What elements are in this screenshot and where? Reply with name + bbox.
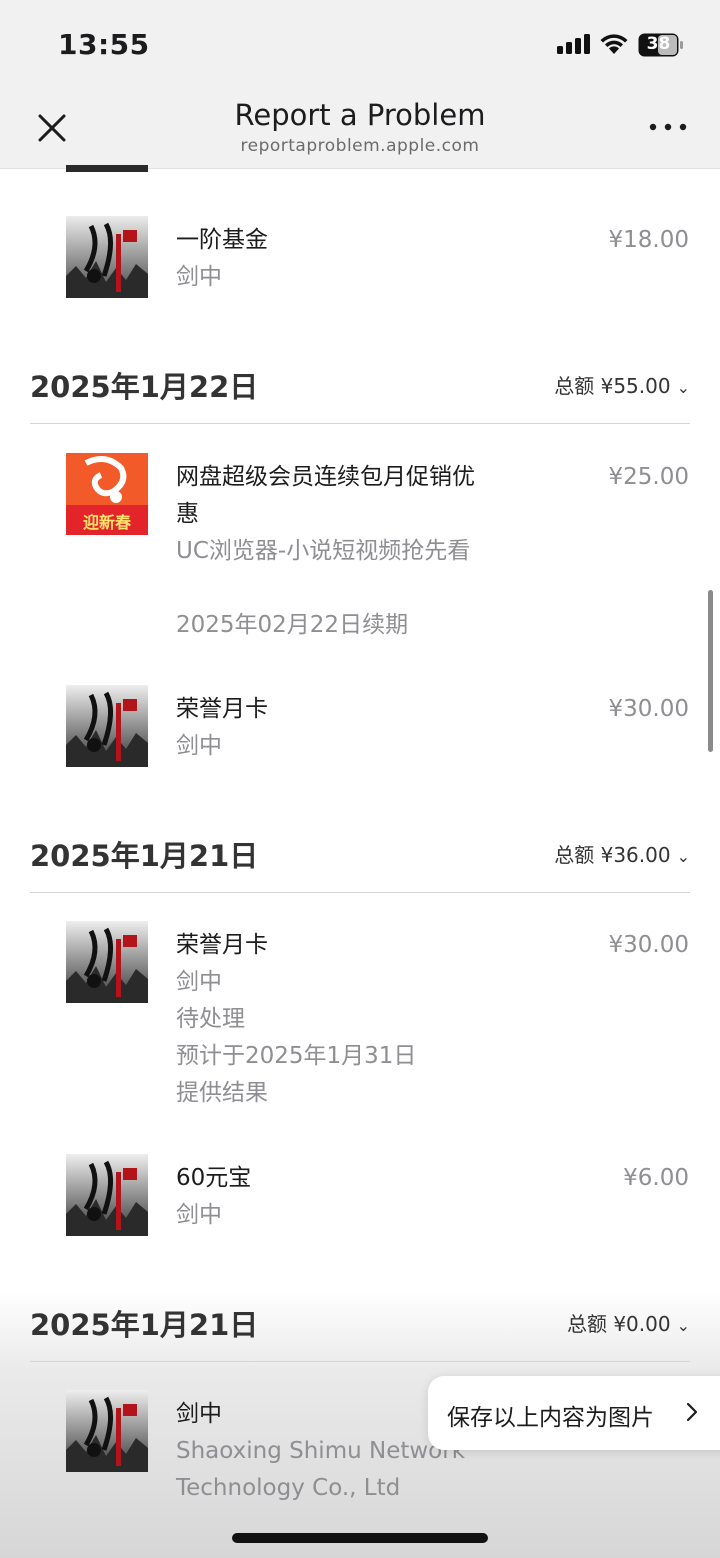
jianzhong-game-icon <box>66 685 148 767</box>
group-total: 总额 ¥55.00 <box>554 374 671 398</box>
group-total-toggle[interactable]: 总额 ¥0.00 ⌄ <box>567 1308 690 1337</box>
jianzhong-game-icon <box>66 1390 148 1472</box>
save-as-image-label: 保存以上内容为图片 <box>447 1405 654 1431</box>
group-total-toggle[interactable]: 总额 ¥36.00 ⌄ <box>554 839 690 868</box>
jianzhong-game-icon <box>66 216 148 298</box>
group-total: 总额 ¥36.00 <box>554 843 671 867</box>
chevron-down-icon: ⌄ <box>676 847 690 866</box>
nav-bar: Report a Problem reportaproblem.apple.co… <box>0 90 720 169</box>
item-price: ¥30.00 <box>608 696 689 722</box>
item-price: ¥30.00 <box>608 932 689 958</box>
group-date: 2025年1月22日 <box>30 370 259 404</box>
chevron-right-icon <box>686 1402 698 1422</box>
group-date: 2025年1月21日 <box>30 1308 259 1342</box>
scroll-indicator[interactable] <box>708 590 713 752</box>
wifi-icon <box>600 34 628 54</box>
cellular-signal-icon <box>557 34 590 54</box>
page-url: reportaproblem.apple.com <box>240 136 480 156</box>
item-name: 一阶基金 <box>176 227 268 253</box>
status-bar: 13:55 38 <box>0 0 720 90</box>
date-group-header: 2025年1月21日 总额 ¥36.00 ⌄ <box>30 833 690 893</box>
battery-icon: 38 <box>638 33 684 57</box>
date-group-header: 2025年1月22日 总额 ¥55.00 ⌄ <box>30 364 690 424</box>
group-total-toggle[interactable]: 总额 ¥55.00 ⌄ <box>554 370 690 399</box>
item-status-note: 预计于2025年1月31日提供结果 <box>176 1043 417 1106</box>
jianzhong-game-icon <box>66 1154 148 1236</box>
item-name: 荣誉月卡 <box>176 696 268 722</box>
battery-percent: 38 <box>646 34 671 54</box>
uc-browser-icon: 迎新春 <box>66 453 148 535</box>
jianzhong-game-icon <box>66 921 148 1003</box>
item-name: 荣誉月卡 <box>176 932 268 958</box>
item-status: 待处理 <box>176 1006 245 1032</box>
chevron-down-icon: ⌄ <box>676 378 690 397</box>
item-price: ¥6.00 <box>623 1165 689 1191</box>
group-total: 总额 ¥0.00 <box>566 1312 671 1336</box>
item-developer: UC浏览器-小说短视频抢先看 <box>176 538 471 564</box>
item-developer: 剑中 <box>176 1202 222 1228</box>
item-name: 60元宝 <box>176 1165 252 1191</box>
chevron-down-icon: ⌄ <box>676 1316 690 1335</box>
uc-badge-text: 迎新春 <box>83 513 132 532</box>
item-price: ¥25.00 <box>608 464 689 490</box>
date-group-header: 2025年1月21日 总额 ¥0.00 ⌄ <box>30 1302 690 1362</box>
item-renewal: 2025年02月22日续期 <box>176 612 409 638</box>
page-title: Report a Problem <box>234 98 486 132</box>
item-price: ¥18.00 <box>608 227 689 253</box>
partial-app-icon <box>66 165 148 172</box>
home-indicator[interactable] <box>232 1533 488 1543</box>
item-developer: 剑中 <box>176 733 222 759</box>
more-options-icon[interactable] <box>648 120 688 134</box>
item-developer: 剑中 <box>176 264 222 290</box>
save-as-image-button[interactable]: 保存以上内容为图片 <box>428 1376 720 1450</box>
item-name: 网盘超级会员连续包月促销优惠 <box>176 464 475 527</box>
item-developer: 剑中 <box>176 969 222 995</box>
group-date: 2025年1月21日 <box>30 839 259 873</box>
status-time: 13:55 <box>58 28 150 61</box>
